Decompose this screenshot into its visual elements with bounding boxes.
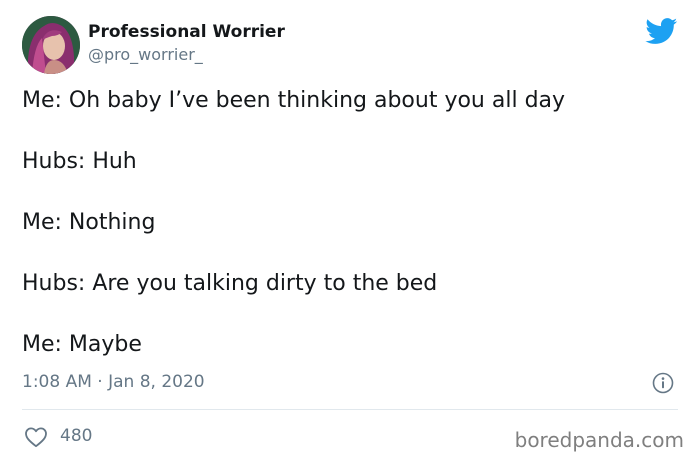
author-handle[interactable]: @pro_worrier_ — [88, 45, 203, 64]
author-display-name[interactable]: Professional Worrier — [88, 22, 285, 42]
tweet-text-line-4: Hubs: Are you talking dirty to the bed — [22, 271, 438, 296]
twitter-bird-icon[interactable] — [645, 18, 678, 45]
info-icon[interactable] — [652, 372, 674, 394]
tweet-timestamp[interactable]: 1:08 AM · Jan 8, 2020 — [22, 372, 205, 392]
tweet-text-line-2: Hubs: Huh — [22, 149, 137, 174]
tweet-text-line-3: Me: Nothing — [22, 210, 156, 235]
avatar[interactable] — [22, 16, 80, 74]
like-count: 480 — [60, 426, 93, 446]
tweet-text-line-5: Me: Maybe — [22, 332, 142, 357]
heart-icon[interactable] — [24, 426, 48, 448]
tweet-text-line-1: Me: Oh baby I’ve been thinking about you… — [22, 88, 566, 113]
tweet-card: Professional Worrier @pro_worrier_ Me: O… — [0, 0, 700, 463]
watermark: boredpanda.com — [514, 428, 684, 452]
avatar-image — [22, 16, 80, 74]
divider — [22, 409, 678, 410]
